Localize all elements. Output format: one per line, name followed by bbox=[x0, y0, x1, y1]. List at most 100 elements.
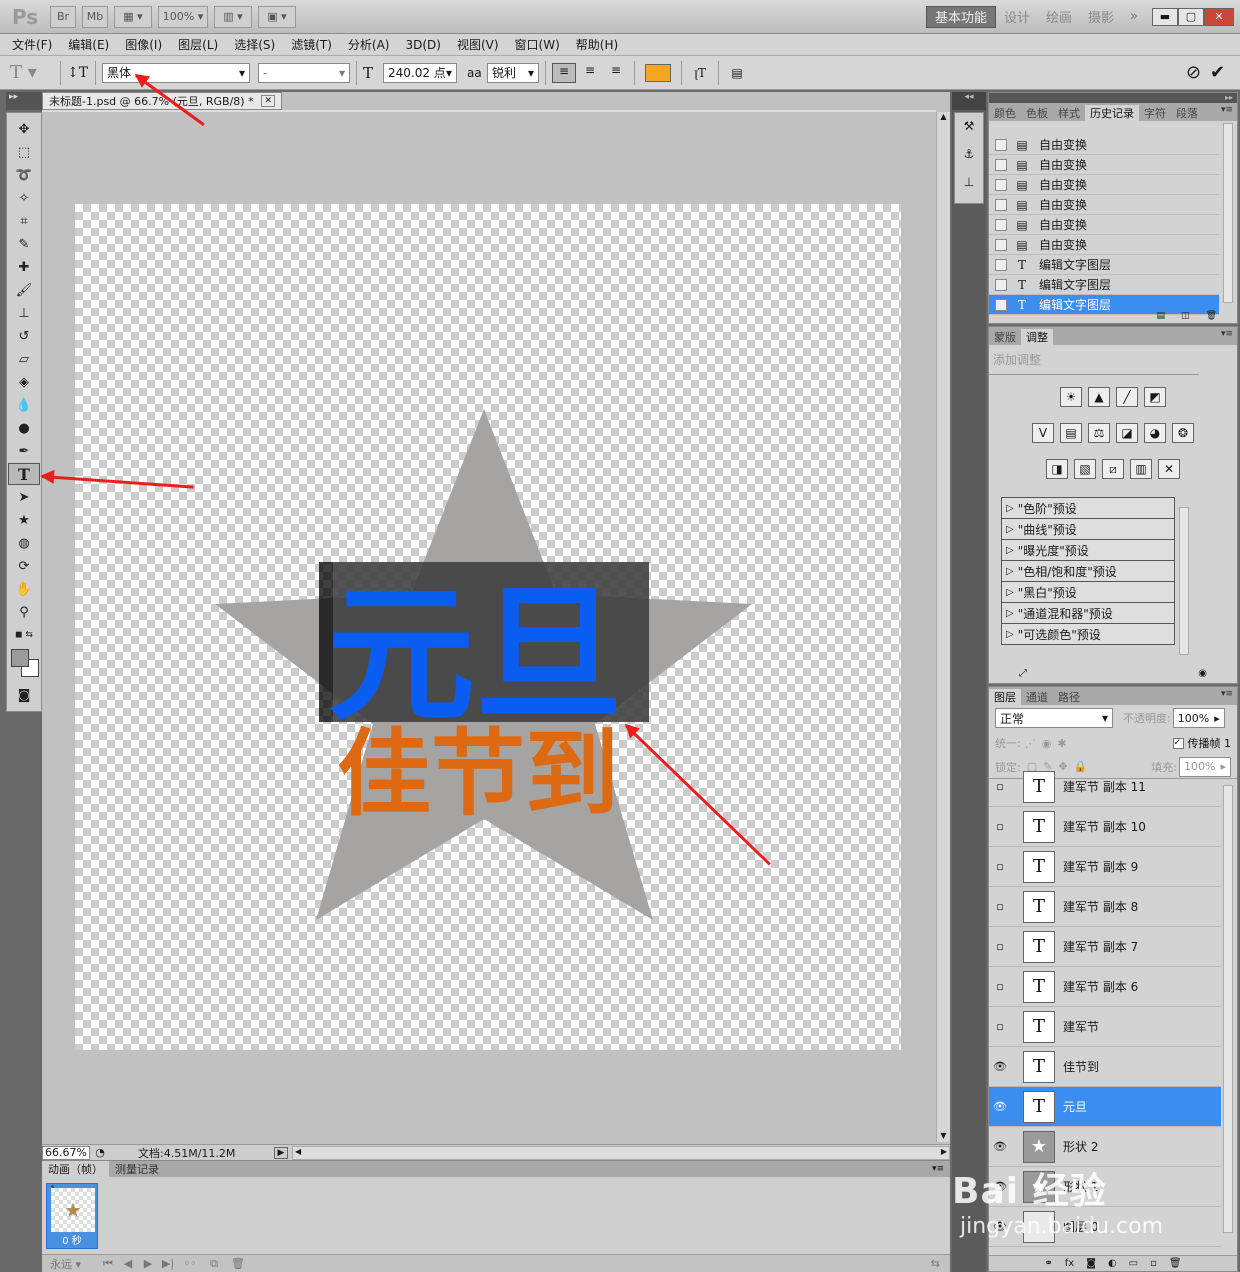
visibility-toggle[interactable]: ▫ bbox=[989, 860, 1011, 873]
history-source-checkbox[interactable] bbox=[995, 238, 1007, 251]
font-style-dropdown[interactable]: - ▾ bbox=[258, 62, 350, 83]
marquee-tool-icon[interactable]: ⬚ bbox=[8, 141, 40, 163]
align-right-icon[interactable]: ≡ bbox=[604, 63, 628, 83]
exposure-icon[interactable]: ◩ bbox=[1144, 387, 1166, 407]
text-color-swatch[interactable] bbox=[645, 63, 671, 82]
layer-row[interactable]: ▫ T 建军节 副本 6 bbox=[989, 967, 1221, 1007]
panel-menu-icon[interactable]: ▾≡ bbox=[1221, 329, 1233, 339]
workspace-photography[interactable]: 摄影 bbox=[1080, 6, 1122, 28]
status-icon[interactable]: ◔ bbox=[90, 1146, 110, 1159]
lock-position-icon[interactable]: ✥ bbox=[1058, 760, 1067, 773]
align-left-icon[interactable]: ≡ bbox=[552, 62, 576, 83]
preset-scrollbar[interactable] bbox=[1179, 507, 1189, 655]
expand-triangle-icon[interactable]: ▷ bbox=[1006, 545, 1014, 556]
vibrance-icon[interactable]: V bbox=[1032, 423, 1054, 443]
duplicate-frame-icon[interactable]: ⧉ bbox=[202, 1257, 226, 1271]
tab-channels[interactable]: 通道 bbox=[1021, 689, 1053, 705]
preset-item[interactable]: ▷ "曝光度"预设 bbox=[1001, 540, 1175, 561]
quick-mask-icon[interactable]: ◙ bbox=[8, 684, 40, 706]
delete-state-icon[interactable]: 🗑 bbox=[1206, 311, 1217, 321]
black-white-icon[interactable]: ◪ bbox=[1116, 423, 1138, 443]
visibility-toggle[interactable]: ▫ bbox=[989, 780, 1011, 793]
expand-triangle-icon[interactable]: ▷ bbox=[1006, 629, 1014, 640]
workspace-design[interactable]: 设计 bbox=[996, 6, 1038, 28]
history-source-checkbox[interactable] bbox=[995, 138, 1007, 151]
unify-position-icon[interactable]: ⋰ bbox=[1025, 737, 1036, 750]
brushes-icon[interactable]: ⚓ bbox=[955, 147, 983, 175]
expand-triangle-icon[interactable]: ▷ bbox=[1006, 503, 1014, 514]
align-center-icon[interactable]: ≡ bbox=[578, 63, 602, 83]
view-extras-icon[interactable]: ▦ ▾ bbox=[114, 5, 152, 28]
history-state[interactable]: T 编辑文字图层 bbox=[989, 255, 1219, 275]
tab-adjustments[interactable]: 调整 bbox=[1021, 329, 1053, 345]
menu-file[interactable]: 文件(F) bbox=[4, 34, 60, 56]
posterize-icon[interactable]: ▧ bbox=[1074, 459, 1096, 479]
hue-saturation-icon[interactable]: ▤ bbox=[1060, 423, 1082, 443]
fill-field[interactable]: 100% ▸ bbox=[1179, 756, 1231, 777]
eye-icon[interactable]: 👁 bbox=[989, 1060, 1011, 1073]
unify-style-icon[interactable]: ✱ bbox=[1057, 737, 1066, 750]
preset-item[interactable]: ▷ "可选颜色"预设 bbox=[1001, 624, 1175, 645]
menu-analysis[interactable]: 分析(A) bbox=[340, 34, 398, 56]
tab-measurement-log[interactable]: 测量记录 bbox=[109, 1161, 165, 1177]
document-vertical-scrollbar[interactable]: ▲ ▼ bbox=[936, 112, 950, 1142]
menu-layer[interactable]: 图层(L) bbox=[170, 34, 226, 56]
tab-swatches[interactable]: 色板 bbox=[1021, 105, 1053, 121]
brush-tool-icon[interactable]: 🖌 bbox=[8, 279, 40, 301]
tool-presets-icon[interactable]: ⚒ bbox=[955, 119, 983, 147]
scroll-down-icon[interactable]: ▼ bbox=[937, 1131, 950, 1140]
type-tool-icon[interactable]: T bbox=[8, 463, 40, 485]
layer-row[interactable]: 👁 T 元旦 bbox=[989, 1087, 1221, 1127]
history-source-checkbox[interactable] bbox=[995, 158, 1007, 171]
tween-icon[interactable]: ◦◦ bbox=[178, 1257, 202, 1270]
tab-history[interactable]: 历史记录 bbox=[1085, 105, 1139, 121]
workspace-painting[interactable]: 绘画 bbox=[1038, 6, 1080, 28]
main-text[interactable]: 元旦 bbox=[327, 569, 623, 741]
expand-triangle-icon[interactable]: ▷ bbox=[1006, 524, 1014, 535]
snapshot-icon[interactable]: ◫ bbox=[1181, 311, 1190, 321]
workspace-essentials[interactable]: 基本功能 bbox=[925, 5, 996, 28]
new-group-icon[interactable]: ▭ bbox=[1129, 1258, 1138, 1269]
tool-preset-picker[interactable]: T ▾ bbox=[10, 62, 54, 83]
threshold-icon[interactable]: ⧄ bbox=[1102, 459, 1124, 479]
preset-item[interactable]: ▷ "色相/饱和度"预设 bbox=[1001, 561, 1175, 582]
tab-layers[interactable]: 图层 bbox=[989, 689, 1021, 705]
frame-1[interactable]: 1 ★ 0 秒 bbox=[46, 1183, 98, 1249]
canvas[interactable]: 元旦 佳节到 bbox=[75, 204, 901, 1050]
color-swatches[interactable] bbox=[9, 647, 41, 683]
history-state[interactable]: ▤ 自由变换 bbox=[989, 235, 1219, 255]
paint-bucket-tool-icon[interactable]: ◈ bbox=[8, 371, 40, 393]
panel-menu-icon[interactable]: ▾≡ bbox=[1221, 689, 1233, 699]
font-family-dropdown[interactable]: 黑体 ▾ bbox=[102, 62, 250, 83]
channel-mixer-icon[interactable]: ❂ bbox=[1172, 423, 1194, 443]
eraser-tool-icon[interactable]: ▱ bbox=[8, 348, 40, 370]
visibility-toggle[interactable]: ▫ bbox=[989, 940, 1011, 953]
panel-menu-icon[interactable]: ▾≡ bbox=[932, 1164, 944, 1174]
eye-icon[interactable]: 👁 bbox=[989, 1100, 1011, 1113]
text-orientation-icon[interactable]: ↕T bbox=[67, 65, 89, 81]
layer-row[interactable]: ▫ T 建军节 副本 10 bbox=[989, 807, 1221, 847]
preset-item[interactable]: ▷ "曲线"预设 bbox=[1001, 519, 1175, 540]
layer-row[interactable]: 👁 T 佳节到 bbox=[989, 1047, 1221, 1087]
gradient-map-icon[interactable]: ▥ bbox=[1130, 459, 1152, 479]
menu-select[interactable]: 选择(S) bbox=[226, 34, 283, 56]
unify-visibility-icon[interactable]: ◉ bbox=[1042, 737, 1052, 750]
eye-icon[interactable]: 👁 bbox=[989, 1140, 1011, 1153]
zoom-level-dropdown[interactable]: 100% ▾ bbox=[158, 5, 208, 28]
eyedropper-tool-icon[interactable]: ✎ bbox=[8, 233, 40, 255]
layer-row[interactable]: ▫ T 建军节 副本 8 bbox=[989, 887, 1221, 927]
tab-masks[interactable]: 蒙版 bbox=[989, 329, 1021, 345]
panel-menu-icon[interactable]: ▾≡ bbox=[1221, 105, 1233, 115]
visibility-toggle[interactable]: ▫ bbox=[989, 980, 1011, 993]
invert-icon[interactable]: ◨ bbox=[1046, 459, 1068, 479]
timeline-toggle-icon[interactable]: ⇆ bbox=[931, 1257, 940, 1270]
next-frame-icon[interactable]: ▶| bbox=[158, 1257, 178, 1270]
tab-styles[interactable]: 样式 bbox=[1053, 105, 1085, 121]
selective-color-icon[interactable]: ✕ bbox=[1158, 459, 1180, 479]
history-source-checkbox[interactable] bbox=[995, 218, 1007, 231]
adjustment-layer-icon[interactable]: ◐ bbox=[1108, 1258, 1117, 1269]
expand-triangle-icon[interactable]: ▷ bbox=[1006, 608, 1014, 619]
tab-paragraph[interactable]: 段落 bbox=[1171, 105, 1203, 121]
preset-item[interactable]: ▷ "黑白"预设 bbox=[1001, 582, 1175, 603]
lasso-tool-icon[interactable]: ➰ bbox=[8, 164, 40, 186]
